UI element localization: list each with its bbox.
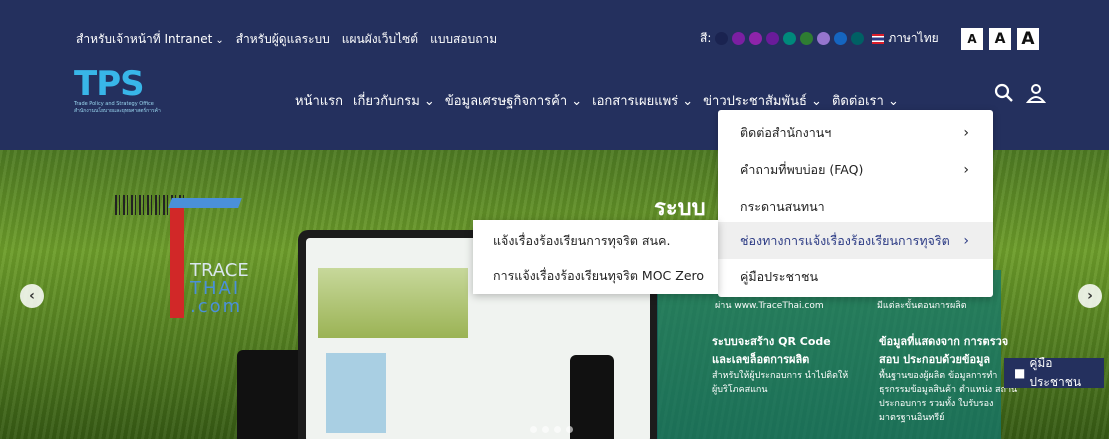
search-icon[interactable] — [994, 83, 1014, 108]
user-icon[interactable] — [1025, 83, 1047, 108]
color-swatch[interactable] — [766, 32, 780, 45]
chevron-right-icon: › — [1087, 288, 1093, 304]
language-switch[interactable]: ภาษาไทย — [872, 29, 939, 48]
color-swatch[interactable] — [749, 32, 763, 45]
color-theme-picker: สี: ภาษาไทย — [700, 29, 939, 48]
font-size-controls: A A A — [961, 28, 1039, 50]
utility-link-survey[interactable]: แบบสอบถาม — [430, 30, 497, 49]
font-size-medium-button[interactable]: A — [989, 28, 1011, 50]
nav-economic-data[interactable]: ข้อมูลเศรษฐกิจการค้า ⌄ — [445, 90, 582, 111]
carousel-next-button[interactable]: › — [1078, 284, 1102, 308]
carousel-dot[interactable] — [554, 426, 561, 433]
color-swatch[interactable] — [851, 32, 865, 45]
color-swatch[interactable] — [834, 32, 848, 45]
utility-link-intranet[interactable]: สำหรับเจ้าหน้าที่ Intranet ⌄ — [76, 30, 224, 49]
utility-nav: สำหรับเจ้าหน้าที่ Intranet ⌄ สำหรับผู้ดูแ… — [76, 30, 497, 49]
info-step-3: ระบบจะสร้าง QR Code และเลขล็อตการผลิต สำห… — [712, 335, 849, 395]
submenu-item-moc-zero[interactable]: การแจ้งเรื่องร้องเรียนทุจริต MOC Zero — [493, 257, 704, 294]
color-swatch[interactable] — [732, 32, 746, 45]
phone-graphic — [570, 355, 614, 439]
chevron-down-icon: ⌄ — [571, 94, 583, 109]
chevron-left-icon: ‹ — [29, 288, 35, 304]
info-step-4: ข้อมูลที่แสดงจาก การตรวจสอบ ประกอบด้วยข้… — [879, 335, 1018, 423]
chevron-right-icon: › — [963, 232, 969, 249]
submenu-item-tpso-complaint[interactable]: แจ้งเรื่องร้องเรียนการทุจริต สนค. — [493, 222, 670, 259]
carousel-prev-button[interactable]: ‹ — [20, 284, 44, 308]
tracethai-wordmark: TRACE THAI .com — [190, 260, 249, 317]
main-nav: หน้าแรก เกี่ยวกับกรม ⌄ ข้อมูลเศรษฐกิจการ… — [295, 90, 899, 111]
color-swatch[interactable] — [817, 32, 831, 45]
chevron-down-icon: ⌄ — [682, 94, 694, 109]
color-label: สี: — [700, 31, 712, 45]
chevron-right-icon: › — [963, 124, 969, 141]
color-swatch[interactable] — [715, 32, 729, 45]
chevron-down-icon: ⌄ — [811, 94, 822, 109]
font-size-small-button[interactable]: A — [961, 28, 983, 50]
carousel-dot[interactable] — [542, 426, 549, 433]
dropdown-item-contact-office[interactable]: ติดต่อสำนักงานฯ › — [718, 114, 993, 151]
chevron-down-icon: ⌄ — [423, 94, 435, 109]
book-icon: ■ — [1014, 366, 1026, 380]
nav-news[interactable]: ข่าวประชาสัมพันธ์ ⌄ — [703, 90, 822, 111]
contact-dropdown-menu: ติดต่อสำนักงานฯ › คำถามที่พบบ่อย (FAQ) › ก… — [718, 110, 993, 297]
color-swatch[interactable] — [800, 32, 814, 45]
dropdown-item-complaint-channel[interactable]: ช่องทางการแจ้งเรื่องร้องเรียนการทุจริต › — [718, 222, 993, 259]
utility-link-sitemap[interactable]: แผนผังเว็บไซต์ — [342, 30, 418, 49]
chevron-down-icon: ⌄ — [215, 35, 224, 46]
complaint-submenu: แจ้งเรื่องร้องเรียนการทุจริต สนค. การแจ้… — [473, 220, 718, 294]
chevron-right-icon: › — [963, 161, 969, 178]
nav-contact[interactable]: ติดต่อเรา ⌄ — [832, 90, 899, 111]
tpso-logo[interactable]: TPS Trade Policy and Strategy Office สำน… — [74, 67, 194, 127]
dropdown-item-citizen-handbook[interactable]: คู่มือประชาชน — [718, 258, 993, 295]
nav-home[interactable]: หน้าแรก — [295, 90, 343, 111]
carousel-dot[interactable] — [566, 426, 573, 433]
nav-about[interactable]: เกี่ยวกับกรม ⌄ — [353, 90, 435, 111]
carousel-dot[interactable] — [530, 426, 537, 433]
dropdown-item-faq[interactable]: คำถามที่พบบ่อย (FAQ) › — [718, 151, 993, 188]
carousel-indicators — [530, 426, 573, 433]
header-icons — [994, 83, 1047, 108]
utility-link-admin[interactable]: สำหรับผู้ดูแลระบบ — [236, 30, 330, 49]
info-step-2: ผ่าน www.TraceThai.com — [715, 301, 824, 311]
chevron-down-icon: ⌄ — [887, 94, 899, 109]
font-size-large-button[interactable]: A — [1017, 28, 1039, 50]
thai-flag-icon — [872, 33, 885, 44]
dropdown-item-forum[interactable]: กระดานสนทนา — [718, 188, 993, 225]
info-step-2b: มีแต่ละขั้นตอนการผลิต — [877, 301, 967, 311]
citizen-handbook-button[interactable]: ■ คู่มือประชาชน — [1004, 356, 1104, 389]
nav-publications[interactable]: เอกสารเผยแพร่ ⌄ — [592, 90, 693, 111]
color-swatch[interactable] — [783, 32, 797, 45]
